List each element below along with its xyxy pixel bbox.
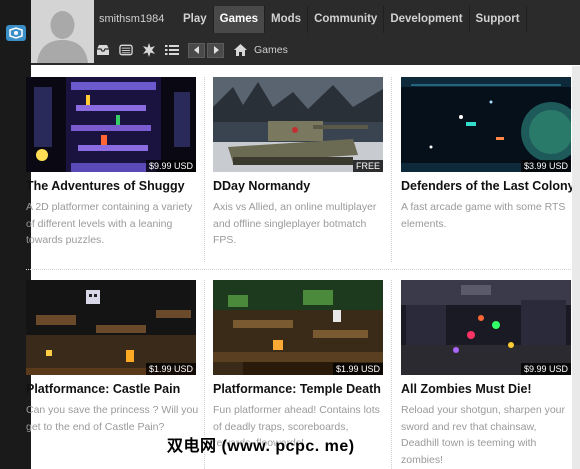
price-badge: $9.99 USD [145, 160, 196, 172]
price-badge: $9.99 USD [520, 363, 571, 375]
home-icon[interactable] [233, 43, 247, 57]
nav-play[interactable]: Play [177, 6, 214, 33]
price-badge: $3.99 USD [520, 160, 571, 172]
default-avatar-icon [31, 0, 94, 63]
controller-icon[interactable] [119, 43, 133, 57]
history-nav [188, 42, 224, 58]
game-title[interactable]: The Adventures of Shuggy [26, 178, 202, 195]
row-divider [26, 269, 571, 270]
game-description: Reload your shotgun, sharpen your sword … [401, 404, 566, 466]
nav-development[interactable]: Development [384, 6, 470, 33]
nav-games[interactable]: Games [213, 6, 266, 33]
game-title[interactable]: DDay Normandy [213, 178, 389, 195]
desura-logo-icon[interactable] [6, 25, 26, 41]
game-title[interactable]: All Zombies Must Die! [401, 381, 577, 398]
game-thumbnail[interactable]: $1.99 USD [26, 280, 196, 375]
game-description: A fast arcade game with some RTS element… [401, 201, 566, 230]
game-card[interactable]: $9.99 USD All Zombies Must Die! Reload y… [401, 280, 577, 468]
game-card[interactable]: $1.99 USD Platformance: Castle Pain Can … [26, 280, 202, 435]
game-thumbnail[interactable]: $3.99 USD [401, 77, 571, 172]
column-divider [391, 280, 392, 469]
price-badge: $1.99 USD [145, 363, 196, 375]
watermark-text: 双电网 (www. pcpc. me) [167, 438, 355, 455]
game-description: A 2D platformer containing a variety of … [26, 201, 193, 246]
price-badge: FREE [352, 160, 383, 172]
nav-mods[interactable]: Mods [265, 6, 309, 33]
breadcrumb[interactable]: Games [254, 44, 288, 56]
column-divider [391, 77, 392, 262]
scrollbar[interactable] [572, 66, 580, 469]
nav-support[interactable]: Support [470, 6, 527, 33]
game-card[interactable]: $3.99 USD Defenders of the Last Colony A… [401, 77, 577, 232]
toolbar: Games [96, 38, 288, 62]
game-card[interactable]: $1.99 USD Platformance: Temple Death Fun… [213, 280, 389, 452]
column-divider [204, 77, 205, 262]
game-description: Can you save the princess ? Will you get… [26, 404, 199, 433]
games-grid: $9.99 USD The Adventures of Shuggy A 2D … [17, 70, 580, 469]
game-thumbnail[interactable]: $1.99 USD [213, 280, 383, 375]
header-bar: smithsm1984 Play Games Mods Community De… [31, 0, 580, 65]
forward-arrow-icon[interactable] [207, 42, 224, 58]
star-icon[interactable] [142, 43, 156, 57]
username[interactable]: smithsm1984 [99, 13, 164, 25]
app-window: smithsm1984 Play Games Mods Community De… [0, 0, 580, 469]
avatar[interactable] [31, 0, 94, 63]
main-nav: Play Games Mods Community Development Su… [177, 6, 527, 33]
back-arrow-icon[interactable] [188, 42, 205, 58]
game-title[interactable]: Platformance: Castle Pain [26, 381, 202, 398]
price-badge: $1.99 USD [332, 363, 383, 375]
game-title[interactable]: Defenders of the Last Colony [401, 178, 577, 195]
game-description: Axis vs Allied, an online multiplayer an… [213, 201, 377, 246]
game-title[interactable]: Platformance: Temple Death [213, 381, 389, 398]
game-card[interactable]: $9.99 USD The Adventures of Shuggy A 2D … [26, 77, 202, 249]
list-icon[interactable] [165, 43, 179, 57]
game-card[interactable]: FREE DDay Normandy Axis vs Allied, an on… [213, 77, 389, 249]
game-thumbnail[interactable]: $9.99 USD [401, 280, 571, 375]
inbox-icon[interactable] [96, 43, 110, 57]
game-thumbnail[interactable]: FREE [213, 77, 383, 172]
game-thumbnail[interactable]: $9.99 USD [26, 77, 196, 172]
nav-community[interactable]: Community [308, 6, 385, 33]
